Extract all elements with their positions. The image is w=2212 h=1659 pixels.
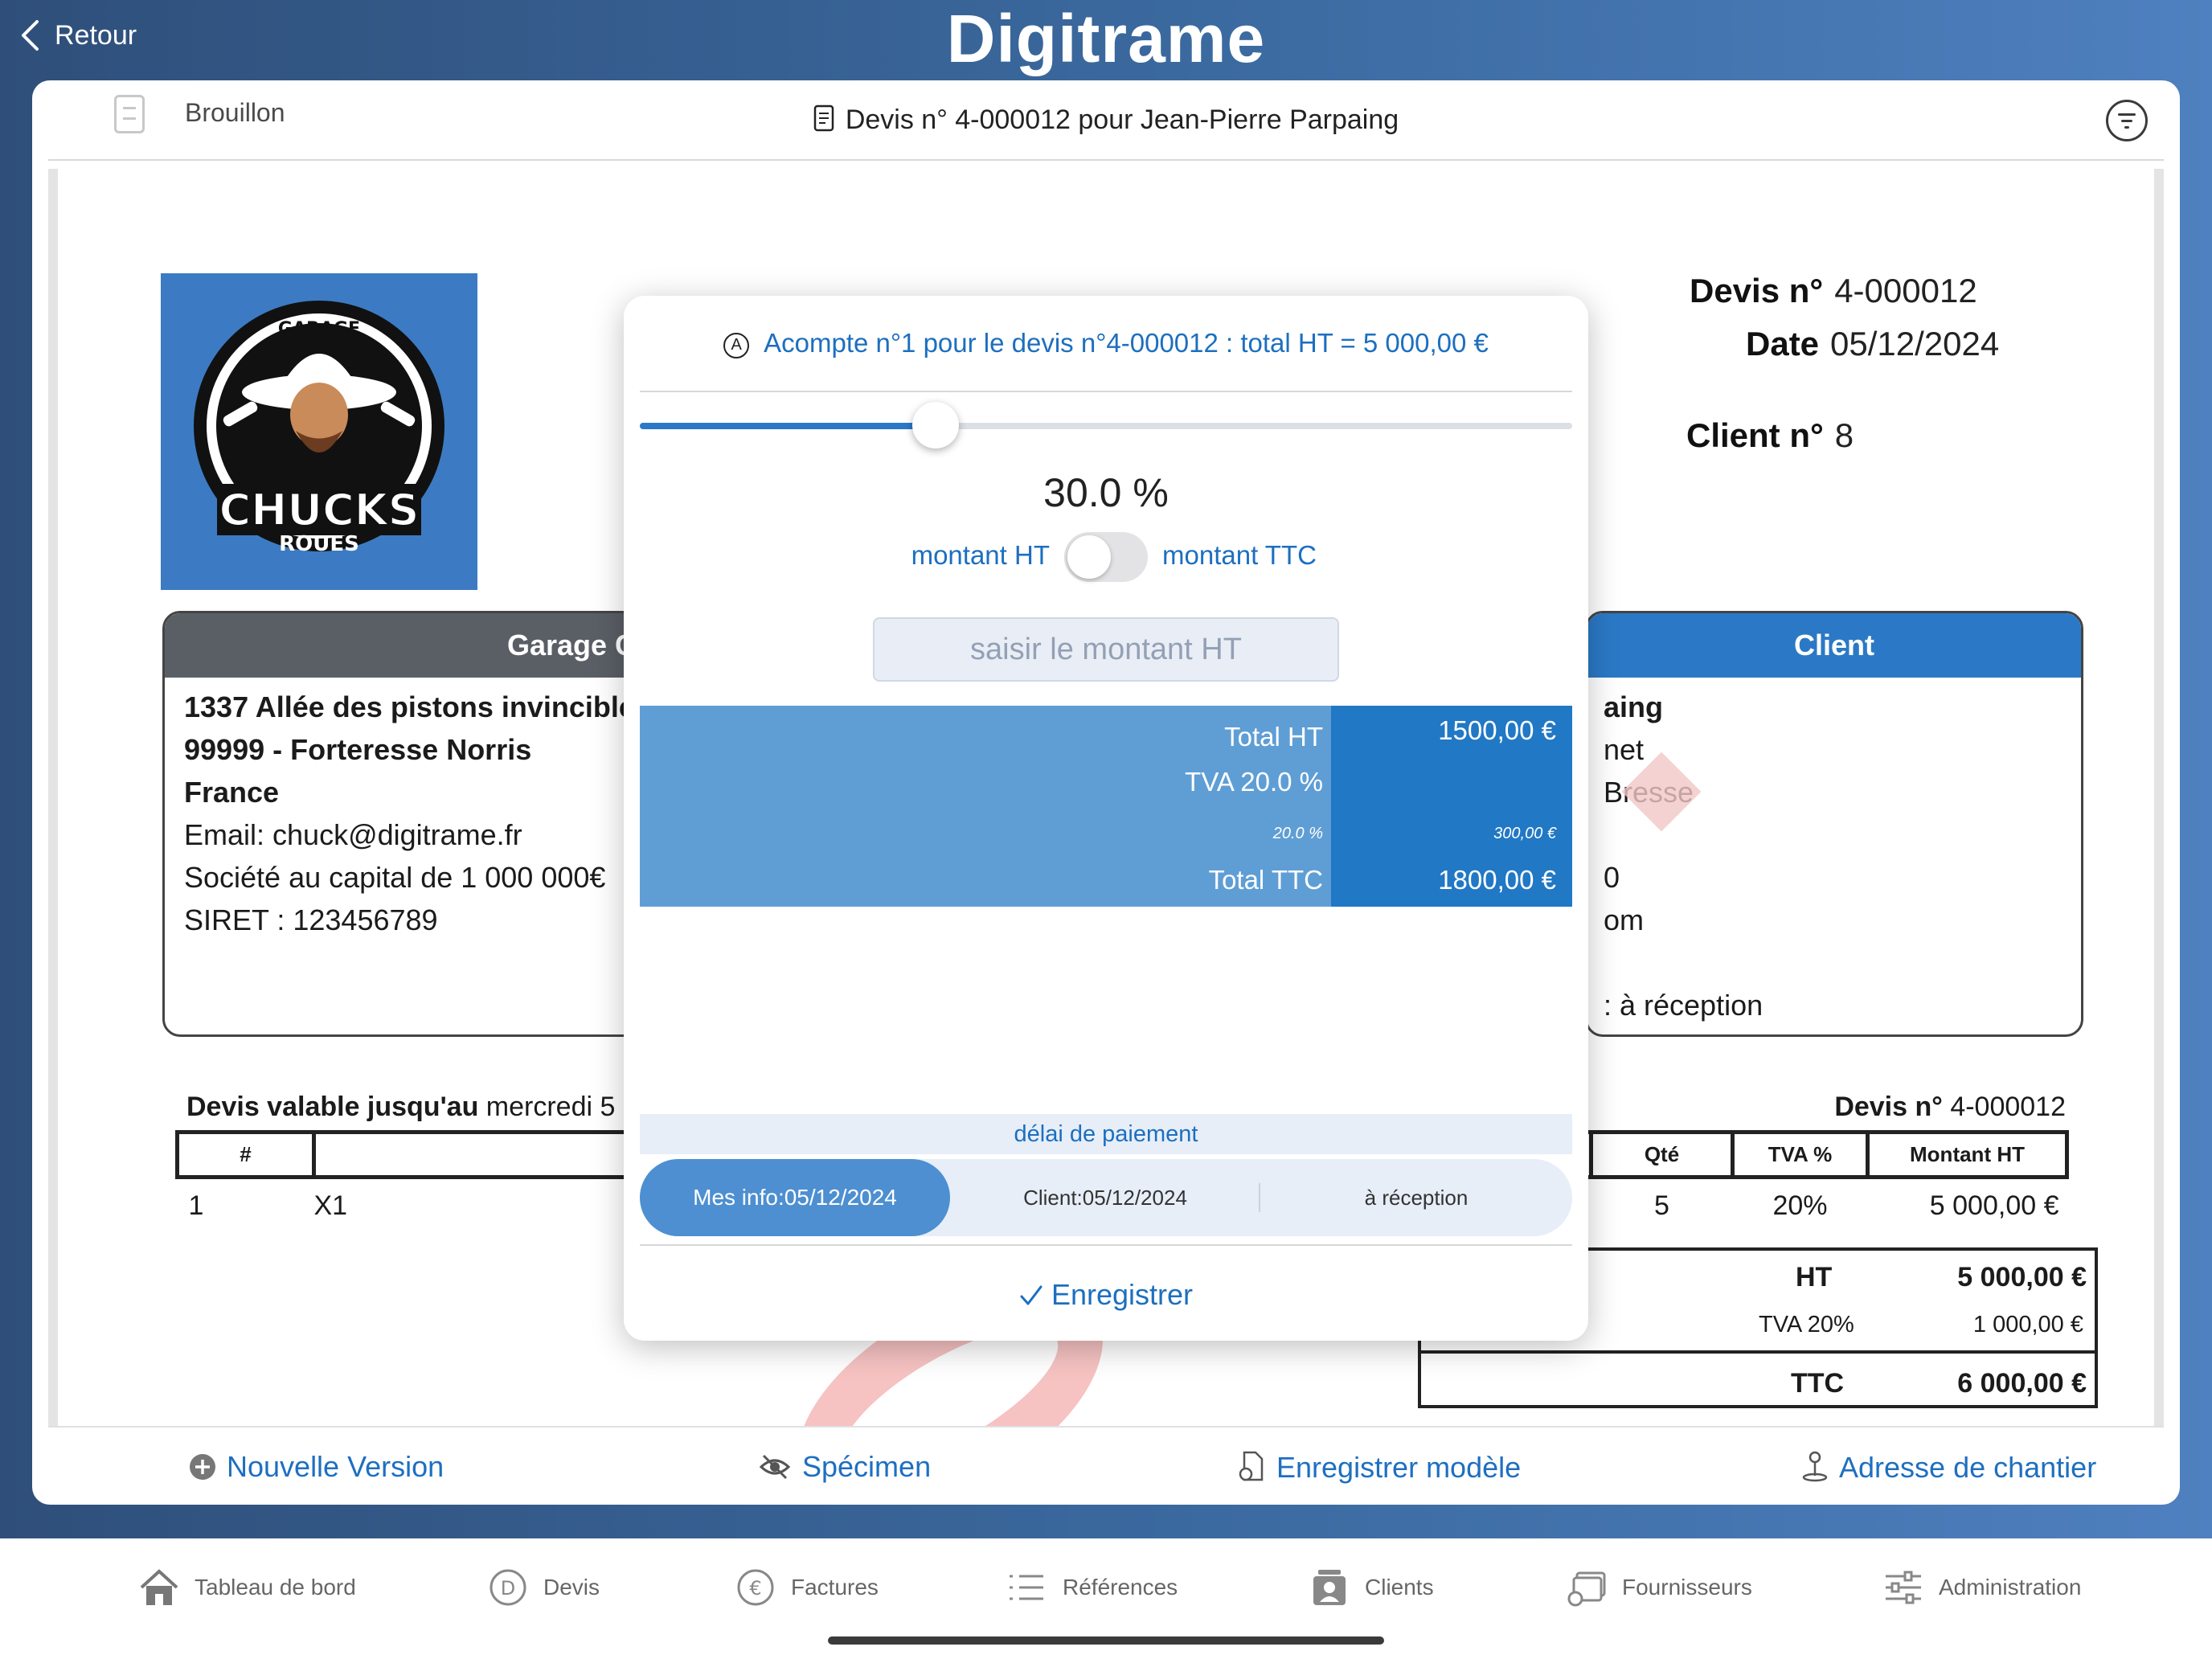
tab-clients[interactable]: Clients [1309,1559,1434,1616]
summary-total-ht-value: 1500,00 € [1438,715,1556,745]
sliders-icon [1886,1571,1921,1604]
col-header: Montant HT [1866,1130,2069,1179]
site-address-button[interactable]: Adresse de chantier [1800,1450,2096,1485]
svg-text:CHUCKS: CHUCKS [219,485,419,535]
pin-icon [1802,1451,1828,1482]
svg-text:€: € [749,1577,761,1600]
euro-icon: € [737,1569,774,1606]
suppliers-icon [1567,1571,1606,1607]
amount-mode-row: montant HT montant TTC [624,529,1588,585]
amount-input[interactable] [873,617,1339,682]
tab-fournisseurs[interactable]: Fournisseurs [1566,1559,1752,1616]
page-title: Devis n° 4-000012 pour Jean-Pierre Parpa… [48,104,2164,136]
save-button[interactable]: Enregistrer [624,1278,1588,1312]
amount-mode-toggle[interactable] [1064,532,1148,582]
deposit-summary: Total HT 1500,00 € TVA 20.0 % 20.0 % 300… [640,706,1572,907]
divider [640,1244,1572,1246]
toggle-knob [1067,535,1111,579]
svg-text:ROUES: ROUES [279,532,359,556]
summary-tva-amount: 300,00 € [1493,825,1556,842]
meta-client: Client n° 8 [1686,416,1854,454]
tab-devis[interactable]: D Devis [487,1559,600,1616]
cell-vat: 20% [1772,1190,1828,1222]
save-template-button[interactable]: Enregistrer modèle [1238,1450,1521,1485]
modal-title: A Acompte n°1 pour le devis n°4-000012 : … [624,328,1588,358]
summary-total-ttc-value: 1800,00 € [1438,865,1556,895]
segment-my-info[interactable]: Mes info:05/12/2024 [640,1159,950,1236]
client-line: 0 [1604,861,1620,894]
percent-value: 30.0 % [1043,470,1169,515]
modal-title-text: Acompte n°1 pour le devis n°4-000012 : t… [764,328,1489,358]
payment-delay-segmented: Mes info:05/12/2024 Client:05/12/2024 à … [640,1159,1572,1236]
col-header: Qté [1589,1130,1735,1179]
client-line [1604,941,2062,984]
deposit-badge-icon: A [723,333,750,358]
logo-graphic: CHUCKS GARAGE ROUES [194,301,444,556]
company-logo: CHUCKS GARAGE ROUES [161,273,477,590]
svg-text:GARAGE: GARAGE [278,319,360,339]
segment-client[interactable]: Client:05/12/2024 [950,1159,1260,1236]
summary-total-ttc-label: Total TTC [1208,865,1323,895]
meta-devis: Devis n° 4-000012 [1690,272,1977,309]
doc-save-icon [1239,1451,1264,1481]
summary-tva-label: TVA 20.0 % [1185,767,1323,797]
menu-icon[interactable] [2106,100,2148,141]
deposit-modal: A Acompte n°1 pour le devis n°4-000012 : … [624,296,1588,1341]
home-icon [140,1569,178,1605]
meta-date: Date 05/12/2024 [1746,325,2000,363]
client-box-title: Client [1587,613,2081,678]
summary-total-ht-label: Total HT [1224,722,1323,752]
toggle-label-ttc: montant TTC [1162,540,1317,570]
list-icon [1010,1575,1043,1600]
top-bar: Retour Digitrame [0,0,2212,80]
segment-on-receipt[interactable]: à réception [1260,1159,1572,1236]
toggle-label-ht: montant HT [911,540,1050,570]
home-indicator [828,1636,1384,1645]
slider-fill [640,423,936,429]
plus-circle-icon [190,1454,215,1480]
validity-line: Devis valable jusqu'au mercredi 5 [186,1092,616,1122]
client-line: aing [1604,690,1664,723]
tab-dashboard[interactable]: Tableau de bord [138,1559,356,1616]
devis-icon: D [490,1569,526,1606]
cell-amount: 5 000,00 € [1929,1190,2059,1222]
col-header: TVA % [1731,1130,1870,1179]
checkmark-icon [1020,1285,1043,1305]
slider-thumb[interactable] [912,402,959,449]
clients-icon [1313,1570,1346,1605]
action-bar: Nouvelle Version Spécimen Enregistrer mo… [48,1426,2164,1505]
col-header: # [175,1130,316,1179]
tab-factures[interactable]: € Factures [735,1559,879,1616]
app-brand: Digitrame [946,1,1266,76]
divider [640,391,1572,392]
tab-references[interactable]: Références [1006,1559,1178,1616]
specimen-button[interactable]: Spécimen [757,1450,931,1484]
svg-text:D: D [501,1577,515,1600]
percent-slider[interactable] [640,423,1572,429]
page-title-text: Devis n° 4-000012 pour Jean-Pierre Parpa… [845,104,1399,135]
eye-slash-icon [759,1454,791,1480]
payment-delay-label: délai de paiement [640,1114,1572,1154]
summary-tva-rate: 20.0 % [1272,825,1323,842]
client-payment: : à réception [1604,989,1763,1022]
tab-administration[interactable]: Administration [1882,1559,2081,1616]
client-line: om [1604,903,1645,936]
cell-qty: 5 [1654,1190,1669,1222]
new-version-button[interactable]: Nouvelle Version [188,1450,444,1484]
devis-number-repeat: Devis n° 4-000012 [1834,1092,2066,1122]
document-icon [813,104,834,132]
card-header: Brouillon Devis n° 4-000012 pour Jean-Pi… [48,80,2164,161]
cell-index: 1 [188,1190,204,1222]
total-ttc-row: TTC 6 000,00 € [1791,1368,2087,1399]
